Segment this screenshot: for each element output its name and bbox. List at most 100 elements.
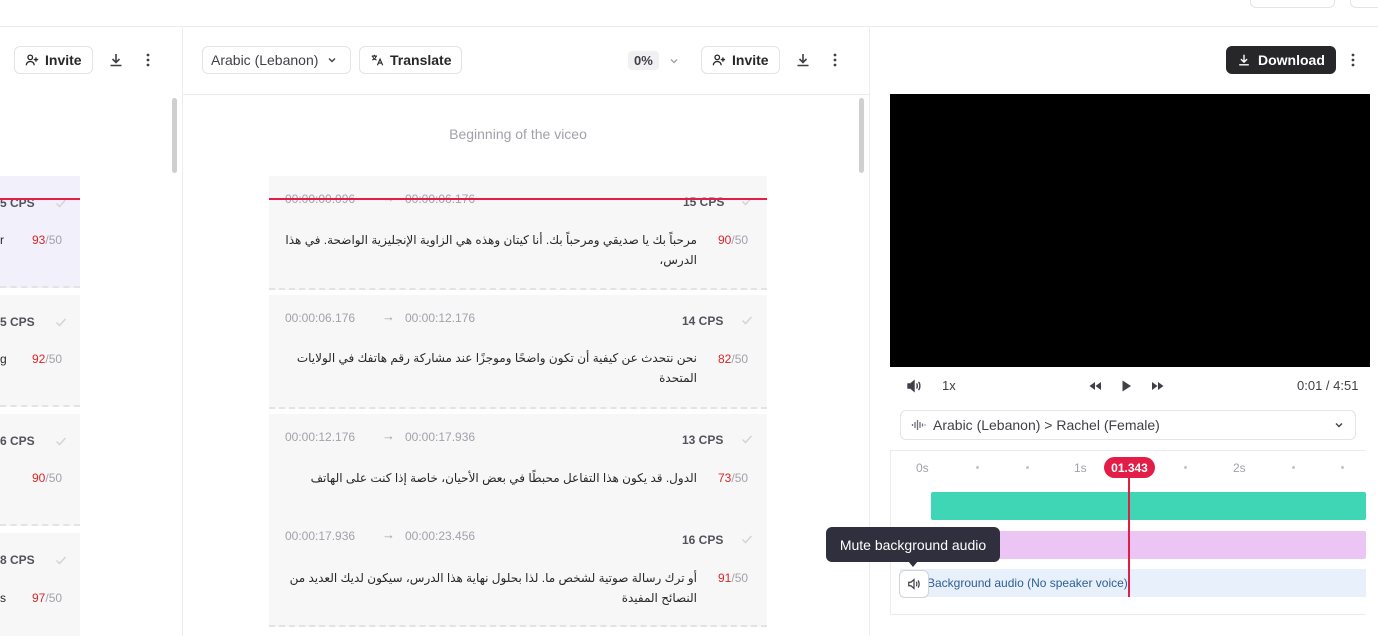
language-select-value: Arabic (Lebanon) (211, 52, 319, 68)
check-icon[interactable] (54, 434, 68, 448)
chevron-down-icon (328, 58, 336, 63)
play-icon[interactable] (1115, 375, 1137, 397)
row-char-count: 91/50 (718, 571, 749, 585)
left-scrollbar[interactable] (172, 98, 177, 173)
playback-time: 0:01 / 4:51 (1297, 378, 1359, 393)
timeline-dot (1341, 466, 1344, 469)
timeline-dot (976, 466, 979, 469)
left-row-snippet: s (0, 591, 6, 605)
fast-forward-icon[interactable] (1147, 375, 1169, 397)
subtitle-row[interactable]: 00:00:17.936 → 00:00:23.456 16 CPS أو تر… (269, 513, 767, 627)
translate-button[interactable]: Translate (359, 46, 463, 74)
voice-track-clip[interactable] (931, 492, 1366, 520)
row-cps: 13 CPS (682, 433, 724, 447)
tooltip-arrow (908, 561, 918, 567)
row-char-count: 90/50 (718, 233, 749, 247)
left-row-cps: 5 CPS (0, 315, 35, 329)
center-scrollbar[interactable] (859, 98, 864, 173)
left-row[interactable]: 5 CPS r 93/50 (0, 176, 80, 288)
left-row[interactable]: 6 CPS 90/50 (0, 414, 80, 526)
left-row-count: 93/50 (32, 233, 63, 247)
subtitle-row[interactable]: 00:00:12.176 → 00:00:17.936 13 CPS الدول… (269, 414, 767, 528)
translate-icon (371, 54, 384, 66)
timeline-playhead[interactable] (1128, 477, 1130, 597)
timeline-tick-1s: 1s (1074, 461, 1087, 475)
center-playhead-line (269, 198, 767, 200)
subtitle-row[interactable]: 00:00:00.096 → 00:00:06.176 15 CPS مرحبا… (269, 176, 767, 290)
left-row[interactable]: 5 CPS g 92/50 (0, 295, 80, 407)
download-label: Download (1258, 52, 1325, 68)
timeline-dot (1292, 466, 1295, 469)
top-bar-button-2[interactable] (1350, 0, 1378, 8)
timeline-tick-0s: 0s (916, 461, 929, 475)
top-bar (0, 0, 1378, 27)
center-more-vertical-icon[interactable] (824, 49, 846, 71)
row-start-time[interactable]: 00:00:06.176 (285, 311, 355, 325)
row-subtitle-text[interactable]: مرحباً بك يا صديقي ومرحباً بك. أنا كيتان… (277, 230, 697, 270)
row-start-time[interactable]: 00:00:12.176 (285, 430, 355, 444)
row-char-count: 82/50 (718, 352, 749, 366)
subtitle-row[interactable]: 00:00:06.176 → 00:00:12.176 14 CPS نحن ن… (269, 295, 767, 409)
left-row-cps: 8 CPS (0, 553, 35, 567)
left-playhead-line (0, 198, 80, 200)
left-download-icon[interactable] (105, 49, 127, 71)
beginning-of-video-label: Beginning of the viceo (449, 126, 587, 142)
download-button[interactable]: Download (1226, 46, 1336, 74)
row-char-count: 73/50 (718, 471, 749, 485)
row-start-time[interactable]: 00:00:17.936 (285, 529, 355, 543)
timeline-tick-2s: 2s (1233, 461, 1246, 475)
user-plus-icon (712, 54, 726, 66)
check-icon[interactable] (740, 313, 754, 327)
background-audio-label: Background audio (No speaker voice) (927, 576, 1128, 590)
timeline-dot (1184, 466, 1187, 469)
row-subtitle-text[interactable]: نحن نتحدث عن كيفية أن تكون واضحًا وموجزً… (277, 348, 697, 388)
playback-speed[interactable]: 1x (942, 378, 956, 393)
check-icon[interactable] (740, 532, 754, 546)
mute-background-button[interactable] (899, 570, 929, 598)
row-end-time[interactable]: 00:00:12.176 (405, 311, 475, 325)
row-subtitle-text[interactable]: الدول. قد يكون هذا التفاعل محبطًا في بعض… (277, 468, 697, 488)
waveform-icon (911, 420, 926, 430)
timeline-dot (1026, 466, 1029, 469)
arrow-right-icon: → (382, 309, 395, 324)
check-icon[interactable] (54, 553, 68, 567)
voice-select[interactable]: Arabic (Lebanon) > Rachel (Female) (900, 410, 1356, 440)
left-row-count: 97/50 (32, 591, 63, 605)
left-row-snippet: g (0, 352, 7, 366)
left-row-cps: 6 CPS (0, 434, 35, 448)
playhead-time-badge[interactable]: 01.343 (1104, 457, 1155, 478)
background-audio-track[interactable]: Background audio (No speaker voice) (900, 569, 1366, 597)
top-bar-button[interactable] (1250, 0, 1335, 8)
row-cps: 16 CPS (682, 533, 724, 547)
left-row-count: 92/50 (32, 352, 63, 366)
video-player[interactable] (890, 94, 1370, 367)
row-end-time[interactable]: 00:00:23.456 (405, 529, 475, 543)
check-icon[interactable] (54, 315, 68, 329)
check-icon[interactable] (740, 432, 754, 446)
left-row-snippet: r (0, 233, 4, 247)
language-select[interactable]: Arabic (Lebanon) (202, 46, 351, 74)
volume-icon (908, 578, 920, 590)
left-row[interactable]: 8 CPS s 97/50 (0, 533, 80, 636)
rewind-icon[interactable] (1084, 375, 1106, 397)
row-subtitle-text[interactable]: أو ترك رسالة صوتية لشخص ما. لذا بحلول نه… (277, 568, 697, 608)
download-icon (1239, 54, 1249, 66)
check-icon[interactable] (740, 194, 754, 208)
user-plus-icon (25, 54, 39, 66)
chevron-down-icon (1335, 423, 1343, 428)
panel-divider-left (182, 27, 183, 636)
center-header-divider (183, 94, 869, 95)
center-invite-button[interactable]: Invite (701, 46, 780, 74)
center-download-icon[interactable] (792, 49, 814, 71)
right-more-vertical-icon[interactable] (1342, 49, 1364, 71)
row-end-time[interactable]: 00:00:17.936 (405, 430, 475, 444)
row-cps: 14 CPS (682, 314, 724, 328)
progress-chevron-down-icon[interactable] (668, 55, 680, 67)
mute-tooltip: Mute background audio (826, 527, 1000, 562)
left-invite-button[interactable]: Invite (14, 46, 93, 74)
left-more-vertical-icon[interactable] (137, 49, 159, 71)
progress-badge[interactable]: 0% (628, 51, 659, 70)
translate-label: Translate (390, 52, 452, 68)
arrow-right-icon: → (382, 428, 395, 443)
volume-icon[interactable] (903, 375, 925, 397)
